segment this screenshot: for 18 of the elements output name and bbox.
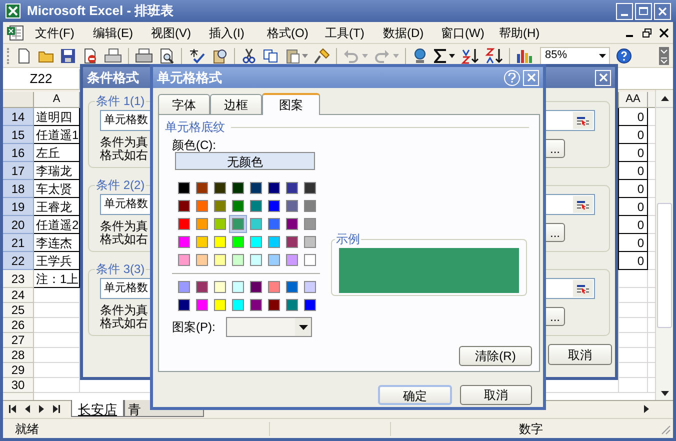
dialog-title: 条件格式: [87, 68, 139, 87]
status-mode: 数字: [519, 420, 543, 438]
group-label: 条件 2(2): [95, 177, 146, 194]
condition-text: 格式如右: [100, 317, 148, 330]
condition-text: 格式如右: [100, 233, 148, 246]
group-label: 单元格底纹: [165, 119, 225, 136]
condition-text: 条件为真: [100, 220, 148, 233]
dialog-title: 单元格格式: [157, 68, 222, 87]
group-label: 示例: [335, 231, 361, 248]
status-text: 就绪: [15, 420, 39, 438]
condition-text: 格式如右: [100, 149, 148, 162]
color-label: 颜色(C):: [172, 137, 217, 152]
condition-text: 条件为真: [100, 304, 148, 317]
group-label: 条件 1(1): [95, 93, 146, 110]
window-title: Microsoft Excel - 排班表: [27, 2, 174, 20]
group-label: 条件 3(3): [95, 261, 146, 278]
pattern-label: 图案(P):: [172, 319, 216, 336]
condition-text: 条件为真: [100, 136, 148, 149]
